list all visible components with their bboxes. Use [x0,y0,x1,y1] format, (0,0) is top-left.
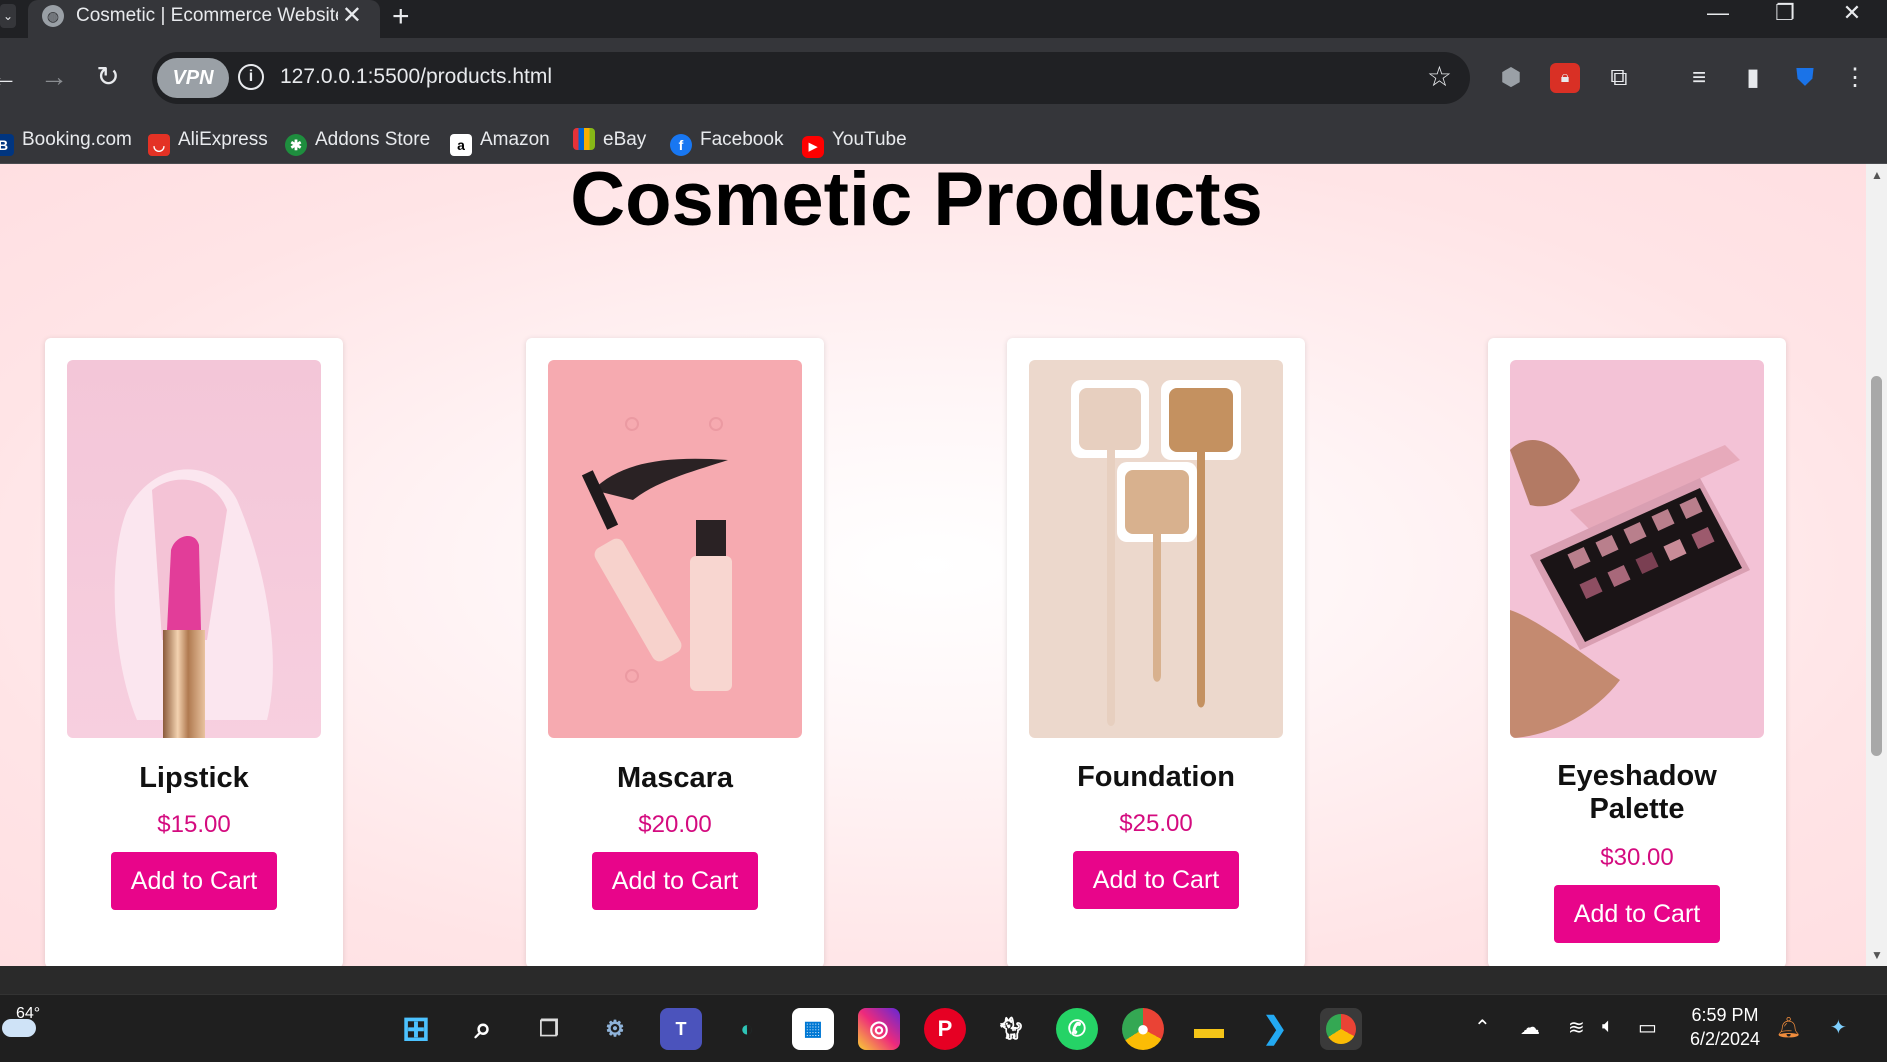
menu-kebab-icon[interactable]: ⋮ [1840,63,1870,93]
store-icon[interactable]: ▦ [792,1008,834,1050]
browser-window: ⌄ ◍ Cosmetic | Ecommerce Website ✕ + — ❐… [0,0,1887,1062]
clock[interactable]: 6:59 PM 6/2/2024 [1690,1003,1760,1051]
tab-title: Cosmetic | Ecommerce Website [76,5,338,26]
product-card-mascara: Mascara $20.00 Add to Cart [526,338,824,966]
settings-gear-icon[interactable]: ⚙ [594,1008,636,1050]
tab-active[interactable]: ◍ Cosmetic | Ecommerce Website ✕ [28,0,380,38]
bookmark-youtube[interactable]: ▶ YouTube [802,118,907,162]
close-window-icon[interactable]: ✕ [1822,0,1882,30]
bookmark-amazon[interactable]: a Amazon [450,118,550,162]
product-price: $30.00 [1600,844,1674,871]
globe-icon: ◍ [42,5,64,27]
task-view-icon[interactable]: ❐ [528,1008,570,1050]
page-title: Cosmetic Products [570,164,1263,242]
bookmark-ebay[interactable]: eBay [573,118,646,162]
extension-lock-icon[interactable]: 🔒︎ [1550,63,1580,93]
reading-list-icon[interactable]: ≡ [1684,63,1714,93]
product-name: Eyeshadow Palette [1557,760,1717,825]
url-text[interactable]: 127.0.0.1:5500/products.html [280,65,552,89]
vscode-icon[interactable]: ❯ [1254,1008,1296,1050]
bookmarks-bar: B Booking.com ◡ AliExpress ✱ Addons Store a… [0,118,1887,164]
amazon-icon: a [450,134,472,156]
add-to-cart-button[interactable]: Add to Cart [592,852,758,910]
windows-start-icon[interactable]: ⊞ [395,1008,437,1050]
page-viewport: Cosmetic Products Lipstick $15.00 Add to… [0,164,1866,966]
edge-icon[interactable]: ◐ [726,1008,768,1050]
chrome-active-icon[interactable] [1320,1008,1362,1050]
eyeshadow-palette-image [1510,360,1764,738]
vpn-badge[interactable]: VPN [157,58,229,98]
chrome-icon[interactable]: ● [1122,1008,1164,1050]
browser-bottom-strip [0,966,1887,994]
add-to-cart-button[interactable]: Add to Cart [1554,885,1720,943]
extension-shield-icon[interactable]: ⬢ [1496,63,1526,93]
bookmark-addons-store[interactable]: ✱ Addons Store [285,118,430,162]
date-text: 6/2/2024 [1690,1029,1761,1049]
onedrive-icon[interactable]: ☁ [1520,1015,1540,1040]
security-shield-icon[interactable]: ⛊ [1790,63,1820,93]
copilot-icon[interactable]: ✦ [1830,1015,1847,1040]
temperature: 64° [16,1005,41,1022]
foundation-image [1029,360,1283,738]
back-icon[interactable]: ← [0,58,24,98]
pinterest-icon[interactable]: P [924,1008,966,1050]
address-bar[interactable]: VPN i 127.0.0.1:5500/products.html ☆ [152,52,1470,104]
notification-bell-icon[interactable]: 🔔︎ [1776,1015,1801,1040]
bookmark-star-icon[interactable]: ☆ [1427,60,1452,93]
whatsapp-icon[interactable]: ✆ [1056,1008,1098,1050]
restore-icon[interactable]: ❐ [1755,0,1815,30]
tab-search-icon[interactable]: ⌄ [0,4,16,28]
page-scrollbar[interactable]: ▲ ▼ [1866,164,1887,966]
cat-app-icon[interactable]: 🐈︎ [990,1008,1032,1050]
windows-taskbar: 64° ⊞ ⌕ ❐ ⚙ T ◐ ▦ ◎ P 🐈︎ ✆ ● ▬ ❯ ⌃ ☁ ≋ 🔈… [0,994,1887,1062]
youtube-icon: ▶ [802,136,824,158]
extensions-puzzle-icon[interactable]: ⧉ [1604,63,1634,93]
bookmark-booking[interactable]: B Booking.com [0,118,132,162]
add-to-cart-button[interactable]: Add to Cart [111,852,277,910]
product-name: Mascara [616,762,734,794]
forward-icon[interactable]: → [34,58,74,98]
addons-icon: ✱ [285,134,307,156]
instagram-icon[interactable]: ◎ [858,1008,900,1050]
product-card-foundation: Foundation $25.00 Add to Cart [1007,338,1305,966]
scroll-up-icon[interactable]: ▲ [1871,168,1883,182]
product-name: Foundation [1077,761,1235,793]
weather-widget[interactable]: 64° [2,1005,40,1037]
add-to-cart-button[interactable]: Add to Cart [1073,851,1239,909]
product-price: $15.00 [157,811,231,838]
ebay-icon [573,128,595,150]
product-name: Lipstick [139,762,249,794]
time-text: 6:59 PM [1691,1005,1759,1025]
product-card-eyeshadow-palette: Eyeshadow Palette $30.00 Add to Cart [1488,338,1786,966]
toolbar: ← → ↻ VPN i 127.0.0.1:5500/products.html… [0,38,1887,118]
aliexpress-icon: ◡ [148,134,170,156]
tab-strip: ⌄ ◍ Cosmetic | Ecommerce Website ✕ + — ❐… [0,0,1887,38]
battery-icon[interactable]: ▭ [1638,1015,1657,1040]
lipstick-image [67,360,321,738]
bookmark-aliexpress[interactable]: ◡ AliExpress [148,118,268,162]
volume-icon[interactable]: 🔈︎ [1602,1015,1614,1038]
booking-icon: B [0,134,14,156]
site-info-icon[interactable]: i [238,64,264,90]
reload-icon[interactable]: ↻ [88,58,128,98]
bookmark-facebook[interactable]: f Facebook [670,118,783,162]
tray-overflow-icon[interactable]: ⌃ [1474,1015,1491,1040]
side-panel-icon[interactable]: ▮ [1738,63,1768,93]
product-card-lipstick: Lipstick $15.00 Add to Cart [45,338,343,966]
close-tab-icon[interactable]: ✕ [342,1,362,30]
teams-icon[interactable]: T [660,1008,702,1050]
wifi-icon[interactable]: ≋ [1568,1015,1585,1040]
file-explorer-icon[interactable]: ▬ [1188,1008,1230,1050]
scroll-down-icon[interactable]: ▼ [1871,948,1883,962]
facebook-icon: f [670,134,692,156]
minimize-icon[interactable]: — [1688,0,1748,30]
search-icon[interactable]: ⌕ [462,1008,504,1050]
new-tab-icon[interactable]: + [392,0,410,34]
product-price: $25.00 [1119,810,1193,837]
mascara-image [548,360,802,738]
scrollbar-thumb[interactable] [1871,376,1882,756]
product-price: $20.00 [638,811,712,838]
